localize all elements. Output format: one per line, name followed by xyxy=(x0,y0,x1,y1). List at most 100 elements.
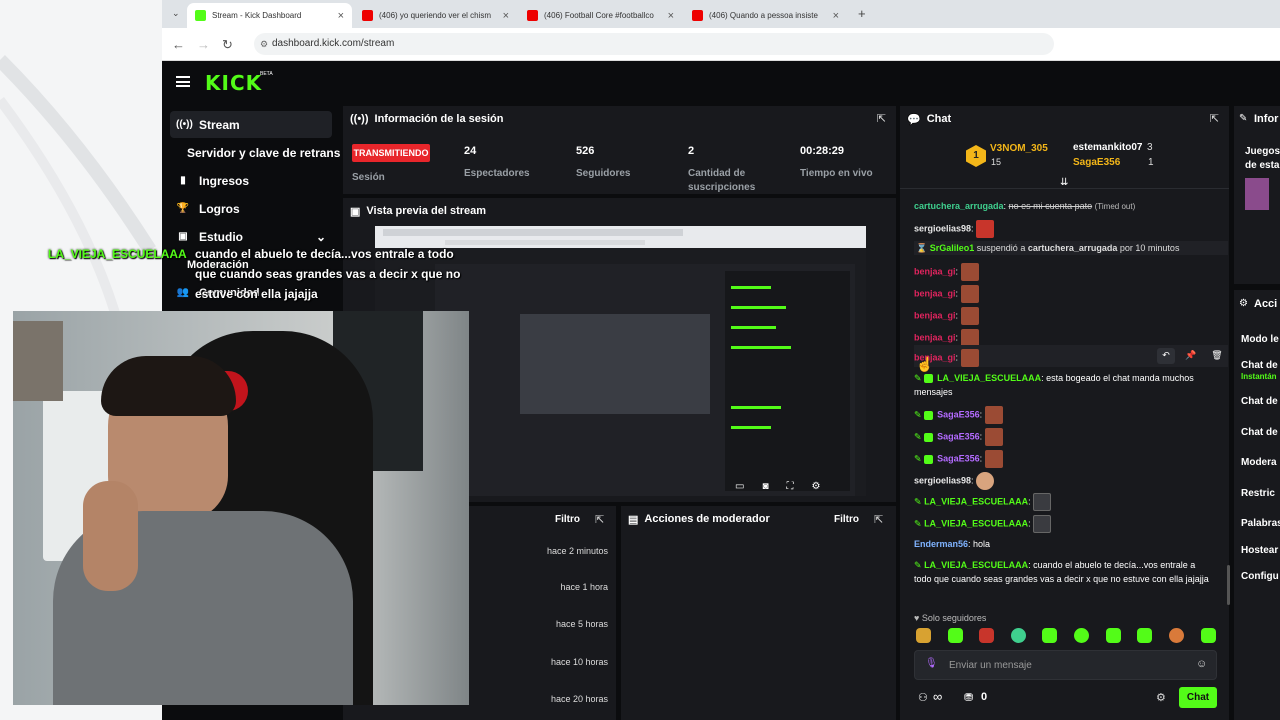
emote-button[interactable] xyxy=(1137,628,1152,643)
chat-input[interactable]: 🎙 Enviar un mensaje ☺ xyxy=(914,650,1217,680)
chat-username[interactable]: sergioelias98 xyxy=(914,223,971,233)
kick-logo[interactable]: KICK xyxy=(205,71,262,95)
chat-username[interactable]: benjaa_gi xyxy=(914,288,956,298)
trash-icon[interactable]: 🗑 xyxy=(1208,348,1226,364)
chat-username[interactable]: SagaE356 xyxy=(937,431,980,441)
fullscreen-icon[interactable]: ⛶ xyxy=(787,481,794,493)
setting-label[interactable]: Chat de xyxy=(1241,427,1278,438)
chat-message[interactable]: sergioelias98: xyxy=(914,472,995,490)
chat-username[interactable]: LA_VIEJA_ESCUELAAA xyxy=(937,373,1041,383)
forward-icon[interactable]: → xyxy=(197,37,210,52)
reload-icon[interactable]: ↻ xyxy=(222,37,233,53)
microphone-icon[interactable]: 🎙 xyxy=(925,658,938,669)
chat-message[interactable]: benjaa_gi: xyxy=(914,307,979,325)
send-chat-button[interactable]: Chat xyxy=(1179,687,1217,708)
menu-icon[interactable] xyxy=(176,76,190,87)
chat-message[interactable]: ✎ SagaE356: xyxy=(914,406,1003,424)
setting-label[interactable]: Chat de xyxy=(1241,360,1278,371)
camera-icon[interactable]: ◙ xyxy=(762,481,768,493)
setting-label[interactable]: Modo le xyxy=(1241,334,1279,345)
chat-username[interactable]: LA_VIEJA_ESCUELAAA xyxy=(924,560,1028,570)
back-icon[interactable]: ← xyxy=(172,37,185,52)
gifter-name[interactable]: SagaE356 xyxy=(1073,157,1120,168)
chat-message[interactable]: ✎ SagaE356: xyxy=(914,450,1003,468)
undo-icon[interactable]: ↶ xyxy=(1157,348,1175,364)
new-tab-icon[interactable]: + xyxy=(858,6,866,21)
chat-username[interactable]: benjaa_gi xyxy=(914,310,956,320)
tab-youtube-3[interactable]: (406) Quando a pessoa insiste × xyxy=(684,3,847,28)
chat-username[interactable]: LA_VIEJA_ESCUELAAA xyxy=(924,496,1028,506)
top-gifter-name[interactable]: V3NOM_305 xyxy=(990,143,1048,154)
tab-search-icon[interactable]: ⌄ xyxy=(172,8,180,19)
chat-message[interactable]: ✎ LA_VIEJA_ESCUELAAA: xyxy=(914,493,1052,511)
chat-username[interactable]: cartuchera_arrugada xyxy=(914,201,1004,211)
chat-message[interactable]: cartuchera_arrugada: no es mi cuenta pat… xyxy=(914,199,1135,214)
emote-button[interactable] xyxy=(1201,628,1216,643)
emote-button[interactable] xyxy=(1074,628,1089,643)
chat-message[interactable]: Enderman56: hola xyxy=(914,537,990,551)
expand-icon[interactable]: ⇱ xyxy=(877,112,886,125)
chat-username[interactable]: SagaE356 xyxy=(937,409,980,419)
filter-button[interactable]: Filtro xyxy=(555,514,580,525)
people-icon[interactable]: ⚇ xyxy=(918,691,928,704)
chat-username[interactable]: cartuchera_arrugada xyxy=(1028,243,1118,253)
emote-button[interactable] xyxy=(1011,628,1026,643)
setting-label[interactable]: Chat de xyxy=(1241,396,1278,407)
emote-button[interactable] xyxy=(979,628,994,643)
chat-settings-icon[interactable]: ⚙ xyxy=(1156,691,1166,704)
url-field[interactable]: ⚙ dashboard.kick.com/stream xyxy=(254,33,1054,55)
emote-button[interactable] xyxy=(916,628,931,643)
tab-kick-dashboard[interactable]: Stream - Kick Dashboard × xyxy=(187,3,352,28)
pin-collapse-icon[interactable]: ⇊ xyxy=(1060,177,1068,188)
chat-username[interactable]: SrGalileo1 xyxy=(930,243,975,253)
setting-label[interactable]: Palabras xyxy=(1241,518,1280,529)
chat-username[interactable]: benjaa_gi xyxy=(914,332,956,342)
chat-message[interactable]: ✎ LA_VIEJA_ESCUELAAA: cuando el abuelo t… xyxy=(914,558,1214,586)
chat-message[interactable]: benjaa_gi: xyxy=(914,263,979,281)
close-icon[interactable]: × xyxy=(833,10,839,22)
close-icon[interactable]: × xyxy=(503,10,509,22)
emoji-picker-icon[interactable]: ☺ xyxy=(1196,658,1207,670)
sidebar-item-logros[interactable]: 🏆 Logros xyxy=(170,195,332,222)
tab-youtube-1[interactable]: (406) yo queriendo ver el chism × xyxy=(354,3,517,28)
chat-message[interactable]: ✎ SagaE356: xyxy=(914,428,1003,446)
chat-message[interactable]: sergioelias98: xyxy=(914,220,995,238)
pip-icon[interactable]: ▭ xyxy=(735,481,744,493)
chat-scrollbar[interactable] xyxy=(1227,565,1230,605)
sidebar-item-stream[interactable]: ((•)) Stream xyxy=(170,111,332,138)
chat-username[interactable]: LA_VIEJA_ESCUELAAA xyxy=(924,518,1028,528)
setting-label[interactable]: Configu xyxy=(1241,571,1279,582)
gifter-name[interactable]: estemankito07 xyxy=(1073,142,1142,153)
chat-username[interactable]: sergioelias98 xyxy=(914,475,971,485)
chat-username[interactable]: SagaE356 xyxy=(937,453,980,463)
site-info-icon[interactable]: ⚙ xyxy=(260,39,268,50)
emote-button[interactable] xyxy=(1106,628,1121,643)
tab-youtube-2[interactable]: (406) Football Core #footballco × xyxy=(519,3,682,28)
settings-icon[interactable]: ⚙ xyxy=(812,481,821,493)
setting-label[interactable]: Modera xyxy=(1241,457,1277,468)
close-icon[interactable]: × xyxy=(668,10,674,22)
sidebar-item-estudio[interactable]: ▣ Estudio ⌄ xyxy=(170,223,332,250)
setting-label[interactable]: Hostear xyxy=(1241,545,1278,556)
emote-button[interactable] xyxy=(1169,628,1184,643)
chat-message[interactable]: benjaa_gi: xyxy=(914,285,979,303)
expand-icon[interactable]: ⇱ xyxy=(595,513,604,526)
setting-label[interactable]: Restric xyxy=(1241,488,1275,499)
chat-message[interactable]: ✎ LA_VIEJA_ESCUELAAA: xyxy=(914,515,1052,533)
sidebar-item-ingresos[interactable]: ▮ Ingresos xyxy=(170,167,332,194)
chat-message[interactable]: ✎ LA_VIEJA_ESCUELAAA: esta bogeado el ch… xyxy=(914,371,1214,399)
stat-live-time-value: 00:28:29 xyxy=(800,145,845,157)
chat-username[interactable]: Enderman56 xyxy=(914,539,968,549)
emote-button[interactable] xyxy=(948,628,963,643)
sidebar-item-server-key[interactable]: Servidor y clave de retransmisión xyxy=(181,139,341,166)
expand-icon[interactable]: ⇱ xyxy=(1210,112,1219,125)
gift-icon[interactable]: ⛃ xyxy=(964,691,973,704)
game-thumbnail[interactable] xyxy=(1245,178,1269,210)
emote-button[interactable] xyxy=(1042,628,1057,643)
expand-icon[interactable]: ⇱ xyxy=(874,513,883,526)
chat-message-hovered[interactable]: benjaa_gi: ↶ 📌 🗑 xyxy=(914,345,1228,367)
filter-button[interactable]: Filtro xyxy=(834,514,859,525)
chat-username[interactable]: benjaa_gi xyxy=(914,266,956,276)
pin-icon[interactable]: 📌 xyxy=(1182,348,1200,364)
close-icon[interactable]: × xyxy=(338,10,344,22)
